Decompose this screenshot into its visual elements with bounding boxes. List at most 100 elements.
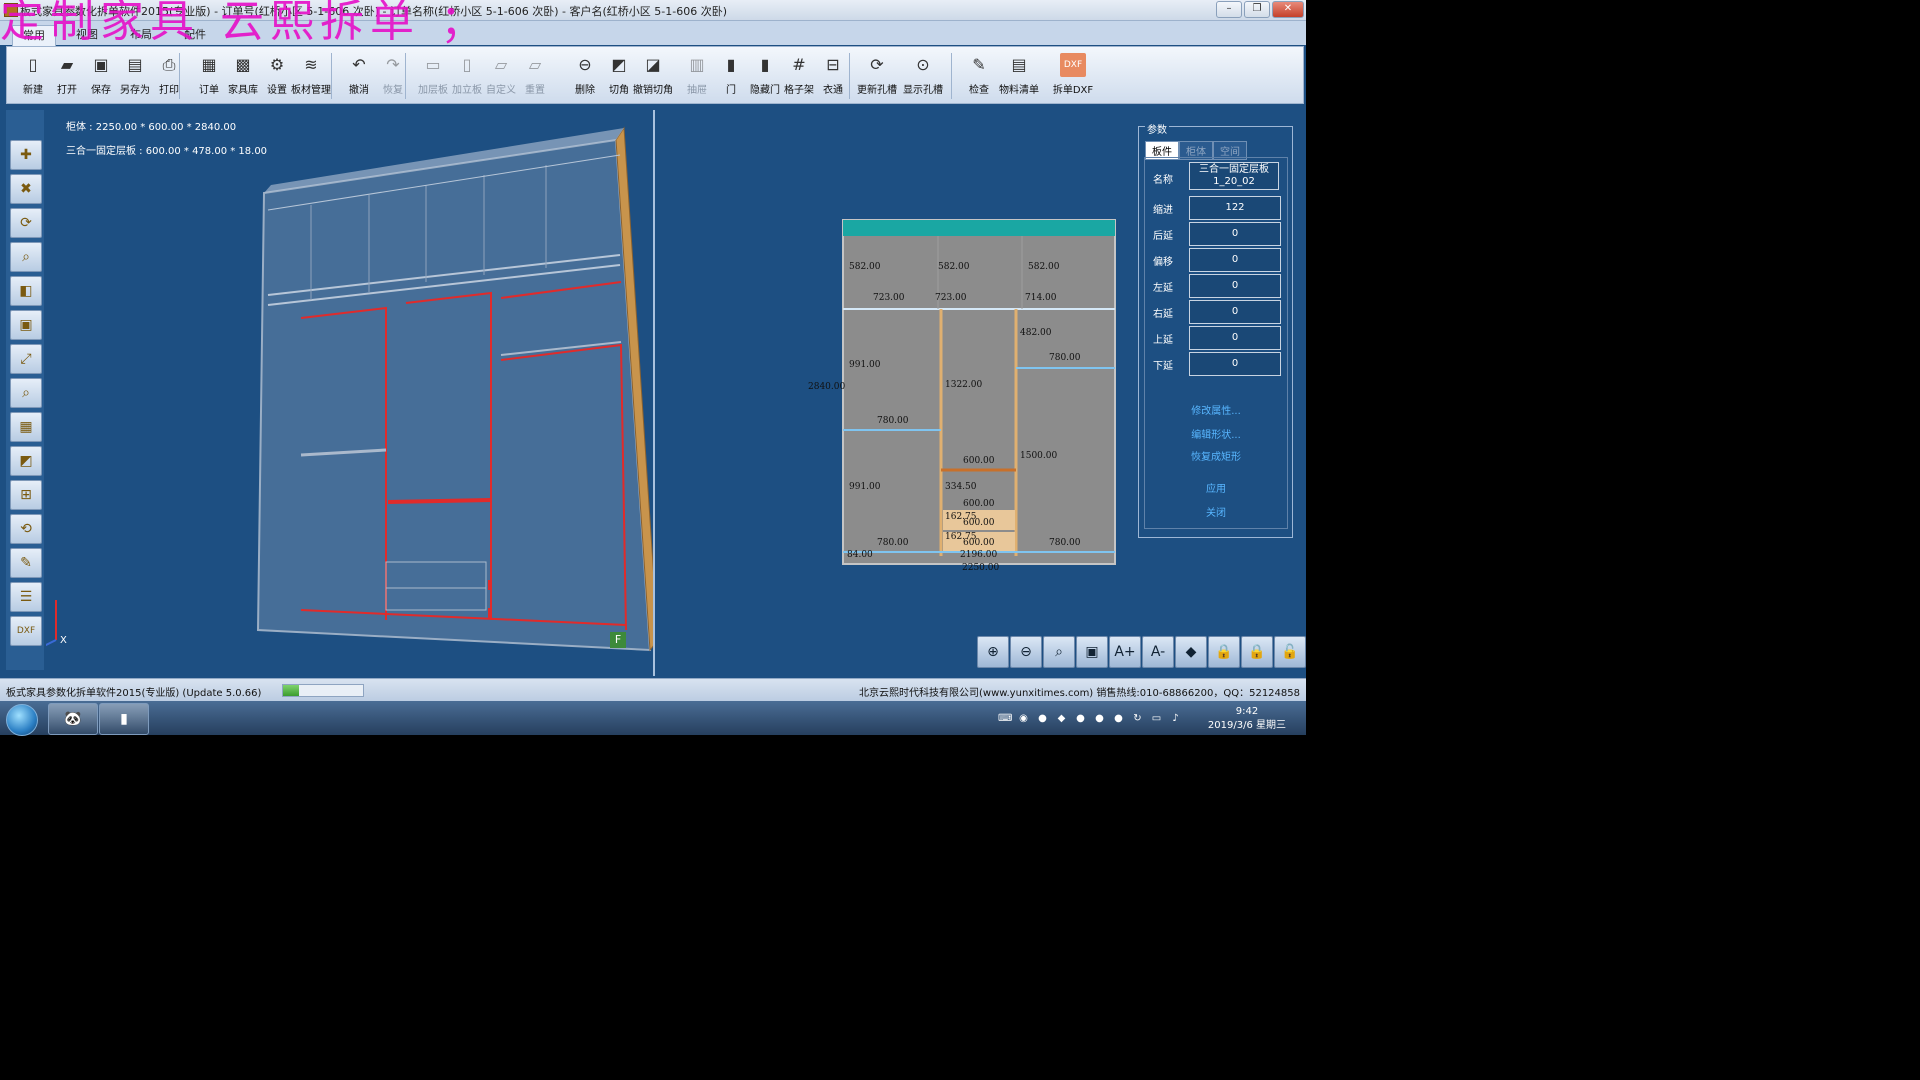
lock-icon[interactable]: 🔒 [1208, 636, 1240, 668]
modify-properties-link[interactable]: 修改属性... [1145, 402, 1287, 417]
order-icon: ▦ [201, 55, 217, 74]
front-face-label: F [610, 632, 626, 648]
param-label-bottom-extend: 下延 [1153, 361, 1173, 372]
apply-link[interactable]: 应用 [1145, 480, 1287, 495]
unlock-icon[interactable]: 🔓 [1274, 636, 1306, 668]
zoom-in-icon[interactable]: ⊕ [977, 636, 1009, 668]
refresh-view-icon[interactable]: ⟲ [10, 514, 42, 544]
expand-icon[interactable]: ⤢ [10, 344, 42, 374]
window-controls: – ❐ ✕ [1216, 1, 1304, 18]
zoom-fit-icon[interactable]: ⌕ [1043, 636, 1075, 668]
reset-icon: ▱ [528, 55, 542, 74]
zoom-out-icon[interactable]: ⊖ [1010, 636, 1042, 668]
list-view-icon[interactable]: ☰ [10, 582, 42, 612]
close-link[interactable]: 关闭 [1145, 504, 1287, 519]
update-holes-button[interactable]: ⟳ 更新孔槽 [857, 51, 897, 101]
add-view-icon[interactable]: ⊞ [10, 480, 42, 510]
sync-icon[interactable]: ↻ [1131, 712, 1144, 725]
hanging-rod-button[interactable]: ⊟ 衣通 [815, 51, 851, 101]
reset-button[interactable]: ▱ 重置 [517, 51, 553, 101]
rotate-icon[interactable]: ⟳ [10, 208, 42, 238]
undo-cut-corner-icon: ◪ [645, 55, 661, 74]
furniture-library-icon: ▩ [235, 55, 251, 74]
bom-icon: ▤ [1011, 55, 1027, 74]
new-file-icon: ▯ [28, 55, 38, 74]
dxf-export-button[interactable]: DXF 拆单DXF [1053, 51, 1093, 101]
param-input-right-extend[interactable]: 0 [1189, 300, 1281, 324]
clock[interactable]: 9:42 2019/3/6 星期三 [1208, 705, 1286, 733]
custom-icon: ▱ [494, 55, 508, 74]
delete-icon: ⊖ [578, 55, 592, 74]
params-body: 名称 三合一固定层板 1_20_02 缩进 122 后延 0 偏移 0 左延 0… [1144, 157, 1288, 529]
dimension-label: 780.00 [1049, 538, 1081, 548]
clock-date: 2019/3/6 星期三 [1207, 720, 1286, 731]
qq-icon[interactable]: ● [1074, 712, 1087, 725]
wireframe-icon[interactable]: ▦ [10, 412, 42, 442]
dimension-label: 2840.00 [808, 382, 846, 392]
toolbar-label: 拆单DXF [1052, 85, 1094, 96]
param-input-back-extend[interactable]: 0 [1189, 222, 1281, 246]
zoom-icon[interactable]: ⌕ [10, 242, 42, 272]
dimension-label: 714.00 [1025, 293, 1057, 303]
dimension-label: 2250.00 [962, 563, 1000, 573]
bom-button[interactable]: ▤ 物料清单 [999, 51, 1039, 101]
remove-part-icon[interactable]: ✖ [10, 174, 42, 204]
panda-app-icon[interactable]: 🐼 [48, 703, 98, 735]
dimension-label: 723.00 [873, 293, 905, 303]
show-holes-button[interactable]: ⊙ 显示孔槽 [903, 51, 943, 101]
param-input-indent[interactable]: 122 [1189, 196, 1281, 220]
qq-alt-icon[interactable]: ● [1093, 712, 1106, 725]
cabinet-elevation-drawing [842, 219, 1116, 565]
cut-corner-icon: ◩ [611, 55, 627, 74]
save-as-icon: ▤ [127, 55, 143, 74]
volume-icon[interactable]: ♪ [1169, 712, 1182, 725]
param-input-left-extend[interactable]: 0 [1189, 274, 1281, 298]
toolbar-label: 显示孔槽 [903, 85, 943, 96]
param-row-offset: 偏移 0 [1145, 248, 1287, 272]
minimize-button[interactable]: – [1216, 1, 1242, 18]
screenshot-icon[interactable]: ▣ [10, 310, 42, 340]
dxf-export-icon: DXF [1060, 53, 1086, 77]
dimension-label: 1322.00 [945, 380, 983, 390]
shield-icon[interactable]: ◆ [1055, 712, 1068, 725]
tag-icon[interactable]: ◆ [1175, 636, 1207, 668]
maximize-button[interactable]: ❐ [1244, 1, 1270, 18]
restore-rectangle-link[interactable]: 恢复成矩形 [1145, 448, 1287, 463]
inspect-icon[interactable]: ⌕ [10, 378, 42, 408]
close-button[interactable]: ✕ [1272, 1, 1304, 18]
display-icon[interactable]: ▭ [1150, 712, 1163, 725]
dxf-icon[interactable]: DXF [10, 616, 42, 646]
lock-alt-icon[interactable]: 🔒 [1241, 636, 1273, 668]
panda-tray-icon[interactable]: ● [1036, 712, 1049, 725]
param-input-bottom-extend[interactable]: 0 [1189, 352, 1281, 376]
board-manage-button[interactable]: ≋ 板材管理 [291, 51, 331, 101]
print-button[interactable]: ⎙ 打印 [151, 51, 187, 101]
start-button[interactable] [6, 704, 38, 736]
material-icon[interactable]: ◧ [10, 276, 42, 306]
qq-third-icon[interactable]: ● [1112, 712, 1125, 725]
network-icon[interactable]: ◉ [1017, 712, 1030, 725]
add-part-icon[interactable]: ✚ [10, 140, 42, 170]
param-input-offset[interactable]: 0 [1189, 248, 1281, 272]
door-icon: ▮ [726, 55, 736, 74]
toolbar-separator [179, 53, 180, 99]
font-decrease-icon[interactable]: A- [1142, 636, 1174, 668]
toolbar-label: 板材管理 [291, 85, 331, 96]
cabinet-app-icon[interactable]: ▮ [99, 703, 149, 735]
edit-view-icon[interactable]: ✎ [10, 548, 42, 578]
font-increase-icon[interactable]: A+ [1109, 636, 1141, 668]
keyboard-icon[interactable]: ⌨ [998, 712, 1012, 725]
param-input-top-extend[interactable]: 0 [1189, 326, 1281, 350]
param-input-name[interactable]: 三合一固定层板 1_20_02 [1189, 162, 1279, 190]
status-bar: 板式家具参数化拆单软件2015(专业版) (Update 5.0.66) 北京云… [0, 678, 1306, 701]
dimension-label: 84.00 [847, 550, 873, 560]
view-3d[interactable]: 柜体 : 2250.00 * 600.00 * 2840.00 三合一固定层板 … [46, 110, 653, 676]
snapshot-icon[interactable]: ▣ [1076, 636, 1108, 668]
edit-shape-link[interactable]: 编辑形状... [1145, 426, 1287, 441]
check-button[interactable]: ✎ 检查 [961, 51, 997, 101]
view-2d[interactable]: 582.00 582.00 582.00 723.00 723.00 714.00 482.… [655, 110, 1135, 676]
texture-icon[interactable]: ◩ [10, 446, 42, 476]
undo-cut-corner-button[interactable]: ◪ 撤销切角 [633, 51, 673, 101]
progress-bar [282, 684, 364, 697]
redo-icon: ↷ [386, 55, 400, 74]
